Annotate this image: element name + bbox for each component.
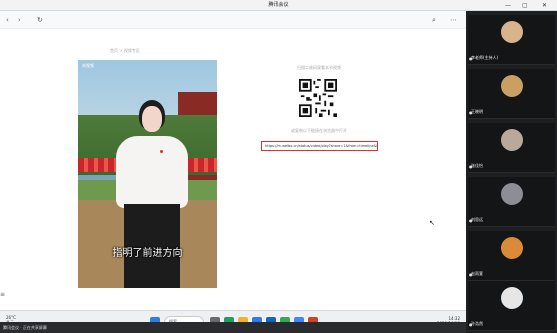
avatar xyxy=(501,287,523,309)
more-icon[interactable]: ⋯ xyxy=(450,15,457,25)
qr-caption: 扫描二维码观看本节视频 xyxy=(297,65,341,70)
close-button[interactable]: ✕ xyxy=(542,0,547,11)
presenter-figure xyxy=(112,100,192,288)
back-icon[interactable]: ‹ xyxy=(6,15,9,25)
minimize-button[interactable]: — xyxy=(505,0,511,11)
video-logo: 央视频 xyxy=(82,63,94,68)
maximize-button[interactable]: ▢ xyxy=(522,0,528,11)
avatar xyxy=(501,129,523,151)
avatar xyxy=(501,183,523,205)
breadcrumb[interactable]: 首页 > 视频专区 xyxy=(110,48,140,54)
participant-name: 王晓明 xyxy=(471,109,483,114)
browser-toolbar: ‹ › ↻ ⌕ ⋯ xyxy=(0,11,466,29)
search-icon[interactable]: ⌕ xyxy=(432,15,436,25)
meeting-status-bar: 腾讯会议 · 正在共享屏幕 xyxy=(0,322,466,333)
window-title: 腾讯会议 xyxy=(268,2,289,8)
refresh-icon[interactable]: ↻ xyxy=(37,15,43,25)
party-badge-icon xyxy=(160,150,163,153)
participant-tile[interactable]: ● 王晓明 xyxy=(468,69,555,119)
avatar xyxy=(501,21,523,43)
participant-tile[interactable]: ● 刘思远 xyxy=(468,177,555,227)
participant-name: 赵雨萱 xyxy=(471,271,483,276)
mouse-cursor-icon: ↖ xyxy=(429,219,435,227)
participant-name: 张佳怡 xyxy=(471,163,483,168)
presenter-face xyxy=(142,106,162,132)
avatar xyxy=(501,237,523,259)
shared-screen: ‹ › ↻ ⌕ ⋯ 首页 > 视频专区 央视频 指明了前进方向 扫描二维码观看本… xyxy=(0,11,466,333)
video-link-field[interactable]: https://m.weibo.cn/status/video/play?sha… xyxy=(261,141,378,151)
forward-icon[interactable]: › xyxy=(18,15,21,25)
qr-code xyxy=(299,79,337,117)
side-menu-icon[interactable]: ≡ xyxy=(0,291,5,298)
participant-tile[interactable]: ● 张佳怡 xyxy=(468,123,555,173)
participant-tile[interactable]: ● 赵雨萱 xyxy=(468,231,555,281)
participant-name: 李老师(主持人) xyxy=(471,55,499,60)
video-player[interactable]: 央视频 指明了前进方向 xyxy=(78,60,217,288)
participant-tile[interactable]: ● 李老师(主持人) xyxy=(468,15,555,65)
presenter-shirt xyxy=(116,136,188,208)
participant-panel: ● 李老师(主持人) ● 王晓明 ● 张佳怡 ● 刘思远 ● 赵雨萱 ● 孙浩然 xyxy=(466,11,557,333)
video-subtitle: 指明了前进方向 xyxy=(112,248,183,259)
participant-tile[interactable]: ● 孙浩然 xyxy=(468,281,555,331)
participant-name: 刘思远 xyxy=(471,217,483,222)
avatar xyxy=(501,75,523,97)
window-title-bar: 腾讯会议 xyxy=(0,0,557,11)
participant-name: 孙浩然 xyxy=(471,321,483,326)
link-instruction: 或复制以下链接在浏览器中打开 xyxy=(291,128,347,133)
